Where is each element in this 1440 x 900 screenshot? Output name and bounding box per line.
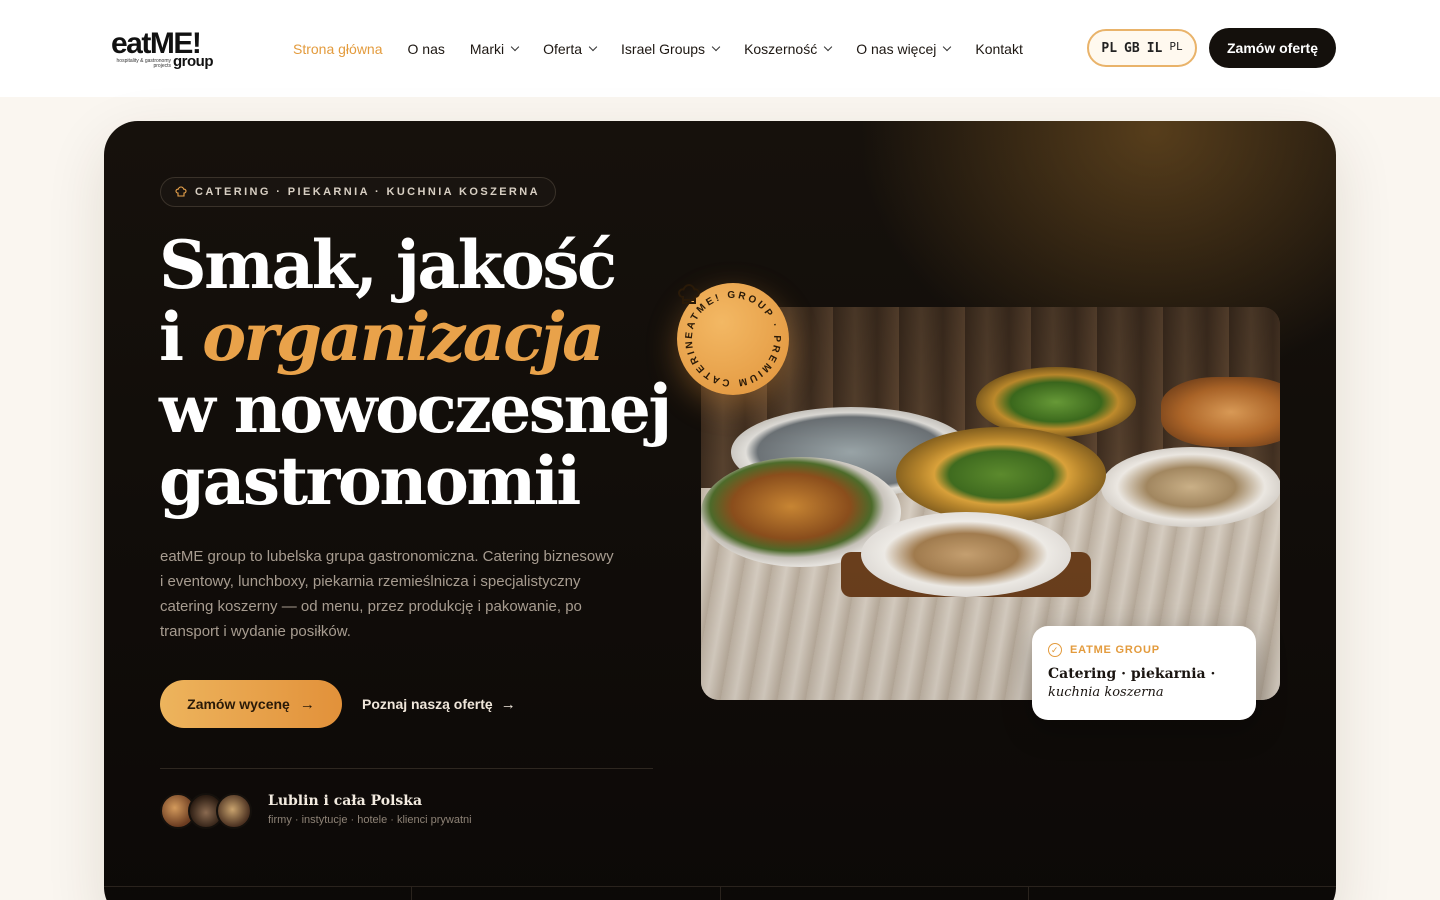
caption-kicker: ✓ EATME GROUP xyxy=(1048,643,1160,657)
nav-item-about[interactable]: O nas xyxy=(408,41,445,57)
request-quote-button[interactable]: Zamów wycenę → xyxy=(160,680,342,728)
nav-item-label: O nas xyxy=(407,41,445,57)
hero-headline: Smak, jakość i organizacja w nowoczesnej… xyxy=(159,229,719,517)
lang-option-pl[interactable]: PL xyxy=(1101,41,1117,56)
location-subtitle: firmy · instytucje · hotele · klienci pr… xyxy=(268,814,472,826)
caption-line-1: Catering · piekarnia · xyxy=(1048,666,1216,682)
hero-divider xyxy=(160,768,653,769)
nav-item-contact[interactable]: Kontakt xyxy=(975,41,1022,57)
avatar xyxy=(216,793,252,829)
chef-hat-icon xyxy=(677,283,701,304)
chevron-down-icon xyxy=(823,42,833,52)
nav-item-israel-groups[interactable]: Israel Groups xyxy=(621,41,721,57)
arrow-right-icon: → xyxy=(500,695,516,713)
check-circle-icon: ✓ xyxy=(1048,643,1062,657)
hero-eyebrow: CATERING · PIEKARNIA · KUCHNIA KOSZERNA xyxy=(160,177,556,207)
nav-item-label: Israel Groups xyxy=(621,41,706,57)
headline-accent-word: organizacja xyxy=(202,298,605,376)
site-header: eatME! hospitality & gastronomy projects… xyxy=(0,0,1440,97)
nav-item-label: Koszerność xyxy=(744,41,818,57)
nav-item-label: Strona główna xyxy=(293,41,383,57)
nav-item-offer[interactable]: Oferta xyxy=(543,41,598,57)
caption-line-2: kuchnia koszerna xyxy=(1048,685,1164,700)
explore-offer-label: Poznaj naszą ofertę xyxy=(362,696,493,712)
chevron-down-icon xyxy=(711,42,721,52)
nav-item-kosher[interactable]: Koszerność xyxy=(744,41,833,57)
chevron-down-icon xyxy=(510,42,520,52)
stats-strip xyxy=(104,886,1336,900)
logo-tagline: hospitality & gastronomy projects xyxy=(116,58,171,69)
location-title: Lublin i cała Polska xyxy=(268,793,423,809)
headline-line-4: gastronomii xyxy=(159,442,581,520)
logo-group-word: group xyxy=(173,53,214,70)
chevron-down-icon xyxy=(588,42,598,52)
nav-item-brands[interactable]: Marki xyxy=(469,41,520,57)
chef-hat-icon xyxy=(175,186,187,197)
caption-kicker-text: EATME GROUP xyxy=(1070,644,1160,656)
hero-section: CATERING · PIEKARNIA · KUCHNIA KOSZERNA … xyxy=(104,121,1336,900)
headline-line-3: w nowoczesnej xyxy=(159,370,672,448)
nav-item-label: Kontakt xyxy=(975,41,1023,57)
arrow-right-icon: → xyxy=(299,695,315,713)
brand-logo[interactable]: eatME! hospitality & gastronomy projects… xyxy=(111,28,223,74)
chevron-down-icon xyxy=(943,42,952,52)
nav-item-label: Oferta xyxy=(543,41,583,57)
hero-lead: eatME group to lubelska grupa gastronomi… xyxy=(160,548,614,640)
nav-item-label: Marki xyxy=(469,41,505,57)
premium-badge: EATME! GROUP · PREMIUM CATERIN xyxy=(677,283,789,395)
caption-card: ✓ EATME GROUP Catering · piekarnia · kuc… xyxy=(1032,626,1256,720)
lang-option-il[interactable]: IL xyxy=(1147,41,1163,56)
headline-line-1: Smak, jakość xyxy=(159,226,617,304)
nav-item-label: O nas więcej xyxy=(856,41,937,57)
nav-item-home[interactable]: Strona główna xyxy=(293,41,383,57)
avatar-stack xyxy=(160,793,256,829)
main-nav: Strona główna O nas Marki Oferta Israel … xyxy=(293,38,1048,60)
language-switcher[interactable]: PL GB IL PL xyxy=(1087,29,1197,67)
nav-item-about-more[interactable]: O nas więcej xyxy=(856,41,952,57)
lang-option-gb[interactable]: GB xyxy=(1124,41,1140,56)
headline-line-2-start: i xyxy=(159,298,203,376)
strip-divider xyxy=(1028,887,1029,900)
current-language: PL xyxy=(1169,39,1183,53)
strip-divider xyxy=(411,887,412,900)
strip-divider xyxy=(720,887,721,900)
request-quote-label: Zamów wycenę xyxy=(187,696,290,712)
explore-offer-link[interactable]: Poznaj naszą ofertę → xyxy=(362,692,516,716)
order-offer-button[interactable]: Zamów ofertę xyxy=(1209,28,1336,68)
eyebrow-text: CATERING · PIEKARNIA · KUCHNIA KOSZERNA xyxy=(195,186,540,198)
